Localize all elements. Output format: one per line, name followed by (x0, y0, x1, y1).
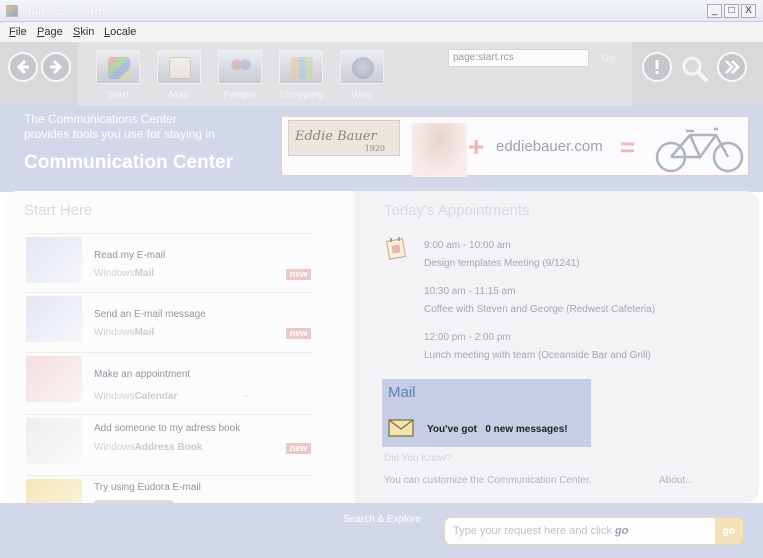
windows-start-icon (108, 57, 130, 79)
go-button[interactable]: Go (601, 53, 614, 64)
search-go-button[interactable]: go (715, 518, 743, 544)
start-here-panel: Start Here Read my E-mail WindowsMail ne… (4, 191, 354, 503)
start-item-address-book[interactable]: Add someone to my adress book WindowsAdd… (26, 414, 312, 472)
page-title: Communication Center (24, 152, 234, 173)
customize-link[interactable]: You can customize the Communication Cent… (384, 475, 592, 486)
people-icon (230, 57, 252, 79)
search-placeholder: Type your request here and click go (453, 525, 629, 537)
tool-shopping[interactable]: Shopping (278, 50, 324, 101)
main-panel: Start Here Read my E-mail WindowsMail ne… (4, 191, 759, 503)
shopping-icon (291, 57, 313, 79)
appointment-item[interactable]: 12:00 pm - 2:00 pm Lunch meeting with te… (424, 329, 651, 365)
forward-icon (50, 59, 63, 75)
close-button[interactable]: X (741, 4, 756, 18)
start-item-read-mail[interactable]: Read my E-mail WindowsMail new (26, 233, 312, 291)
menu-page[interactable]: Page (37, 26, 63, 38)
toolbar: Start Mail People Shopping Web page:star… (0, 42, 763, 106)
info-button[interactable] (642, 52, 672, 82)
fast-forward-button[interactable] (717, 52, 747, 82)
app-icon (6, 5, 18, 17)
window-title: start.rcs - RcRun (22, 4, 113, 18)
search-explore-label: Search & Explore (343, 514, 421, 525)
search-button[interactable] (680, 54, 710, 84)
menu-file[interactable]: File (9, 26, 27, 38)
fast-forward-icon (725, 60, 740, 74)
start-item-send-mail[interactable]: Send an E-mail message WindowsMail new (26, 292, 312, 350)
appointment-item[interactable]: 10:30 am - 11:15 am Coffee with Steven a… (424, 283, 655, 319)
intro-text: The Communications Center provides tools… (24, 112, 215, 141)
start-here-title: Start Here (24, 202, 93, 219)
appointments-title: Today's Appointments (384, 202, 530, 219)
start-item-appointment[interactable]: Make an appointment WindowsCalendar - (26, 352, 312, 410)
plus-sign: + (468, 131, 485, 162)
minimize-button[interactable]: _ (707, 4, 722, 18)
search-input[interactable]: Type your request here and click go go (444, 517, 744, 545)
header-band: The Communications Center provides tools… (0, 106, 763, 192)
tool-start[interactable]: Start (95, 50, 141, 101)
bicycle-icon (655, 127, 744, 173)
new-badge: new (286, 328, 311, 339)
info-icon (655, 60, 659, 74)
new-badge: new (286, 269, 311, 280)
menu-bar: File Page Skin Locale (0, 22, 763, 42)
start-item-eudora[interactable]: Try using Eudora E-mail (26, 475, 312, 503)
appointment-item[interactable]: 9:00 am - 10:00 am Design templates Meet… (424, 237, 580, 273)
maximize-button[interactable]: □ (724, 4, 739, 18)
calendar-icon (385, 237, 407, 260)
equals-sign: = (620, 132, 636, 162)
search-icon (682, 56, 709, 83)
appointments-panel: Today's Appointments 9:00 am - 10:00 am … (354, 191, 759, 503)
calendar-thumbnail (26, 356, 82, 402)
about-link[interactable]: About... (659, 475, 693, 486)
mail-icon (169, 57, 191, 79)
search-band: Search & Explore Type your request here … (0, 503, 763, 558)
title-bar: start.rcs - RcRun _ □ X (0, 0, 763, 22)
eddie-bauer-logo: Eddie Bauer 1920 (288, 120, 400, 156)
menu-skin[interactable]: Skin (73, 26, 94, 38)
hand-image (412, 123, 467, 177)
address-book-thumbnail (26, 418, 82, 464)
did-you-know-title: Did You Know? (384, 453, 452, 464)
ad-brand-text: eddiebauer.com (496, 138, 603, 155)
tool-people[interactable]: People (217, 50, 263, 101)
forward-button[interactable] (41, 52, 71, 82)
mail-box[interactable]: Mail You've got 0 new messages! (382, 379, 591, 447)
new-badge: new (286, 443, 311, 454)
envelope-icon (388, 419, 414, 437)
tool-web[interactable]: Web (339, 50, 385, 101)
mail-status: You've got 0 new messages! (427, 424, 568, 435)
mail-title: Mail (388, 384, 416, 401)
globe-icon (352, 57, 374, 79)
advertisement-banner[interactable]: Eddie Bauer 1920 + eddiebauer.com = (281, 116, 749, 177)
back-icon (16, 59, 29, 75)
send-mail-thumbnail (26, 296, 82, 342)
address-input[interactable]: page:start.rcs (448, 49, 589, 67)
tool-mail[interactable]: Mail (156, 50, 202, 101)
menu-locale[interactable]: Locale (104, 26, 136, 38)
back-button[interactable] (8, 52, 38, 82)
read-mail-thumbnail (26, 237, 82, 283)
eudora-thumbnail (26, 479, 82, 503)
